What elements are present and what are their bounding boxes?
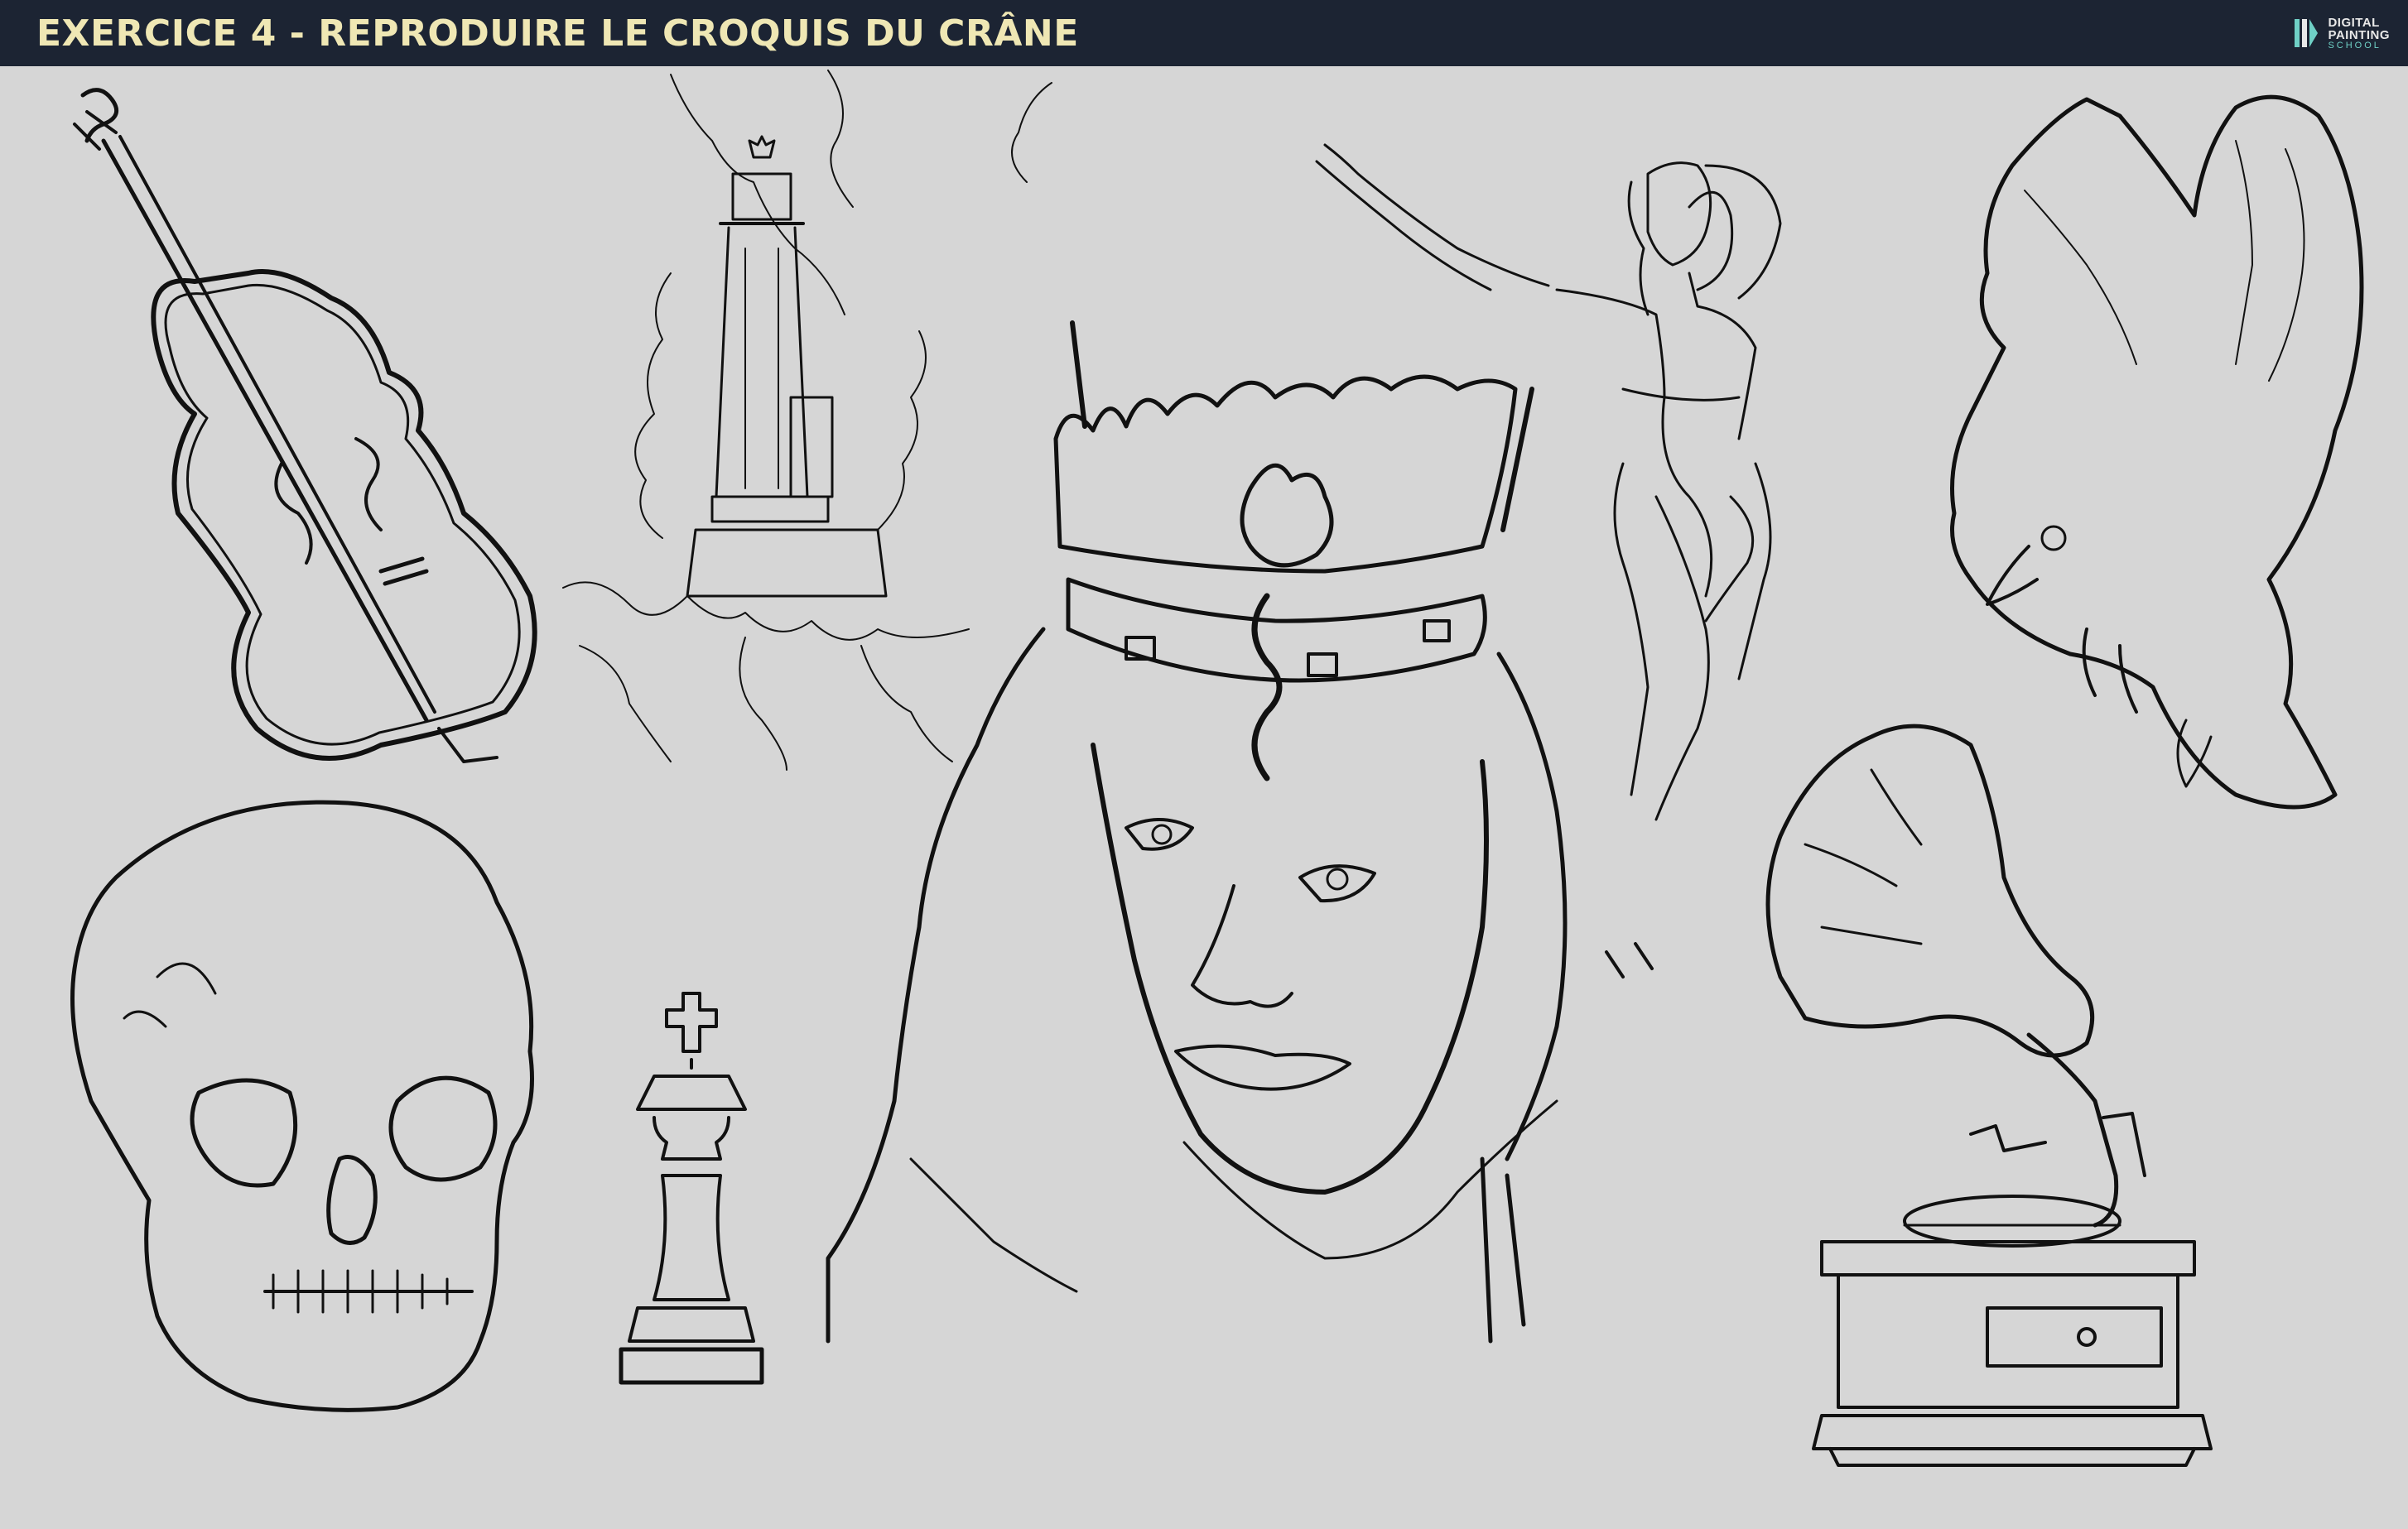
cello-sketch bbox=[73, 88, 537, 763]
brand: DIGITAL PAINTING SCHOOL bbox=[2291, 14, 2390, 52]
brand-line-2: PAINTING bbox=[2328, 27, 2390, 42]
digital-painting-school-logo-icon bbox=[2295, 19, 2319, 47]
gramophone-sketch bbox=[1765, 724, 2213, 1467]
brand-text: DIGITAL PAINTING SCHOOL bbox=[2328, 17, 2390, 50]
brand-line-1: DIGITAL bbox=[2328, 15, 2380, 30]
sketch-canvas bbox=[70, 70, 2364, 1467]
lighthouse-sketch bbox=[562, 70, 1052, 771]
bird-sketch bbox=[1950, 94, 2364, 810]
page-title: EXERCICE 4 - REPRODUIRE LE CROQUIS DU CR… bbox=[36, 12, 1079, 55]
skull-sketch bbox=[70, 800, 534, 1412]
brand-line-3: SCHOOL bbox=[2328, 40, 2382, 50]
chess-king-sketch bbox=[619, 992, 764, 1385]
dancer-sketch bbox=[1315, 143, 1782, 978]
title-bar: EXERCICE 4 - REPRODUIRE LE CROQUIS DU CR… bbox=[0, 0, 2408, 66]
crowned-woman-sketch bbox=[826, 320, 1568, 1344]
